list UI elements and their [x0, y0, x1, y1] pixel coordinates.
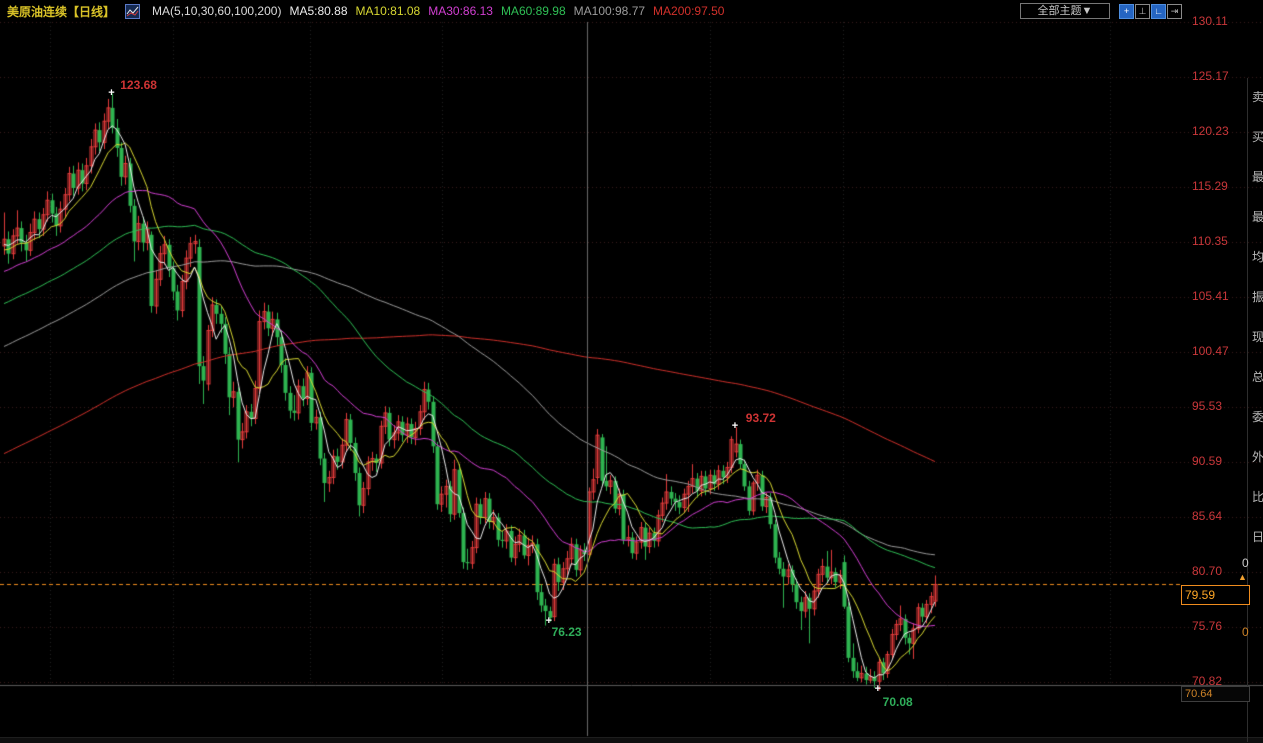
side-panel-label-fragment: 外	[1252, 450, 1263, 464]
side-panel-label-fragment: 比	[1252, 490, 1263, 504]
axis-tick-label: 75.76	[1192, 619, 1223, 633]
theme-dropdown[interactable]: 全部主题▼	[1020, 3, 1110, 19]
ma-legend-item: MA60:89.98	[500, 4, 566, 18]
period-label: 【日线】	[67, 4, 116, 19]
side-panel-label-fragment: 日	[1252, 530, 1263, 544]
axis-tick-label: 80.70	[1192, 564, 1223, 578]
side-panel-value-fragment: 0	[1242, 625, 1249, 639]
side-panel-label-fragment: 买	[1252, 130, 1263, 144]
ma-legend-item: MA10:81.08	[355, 4, 421, 18]
axis-tick-label: 90.59	[1192, 454, 1223, 468]
ma-legend: MA5:80.88 MA10:81.08 MA30:86.13 MA60:89.98 M…	[281, 4, 724, 18]
axis-tick-label: 120.23	[1192, 124, 1229, 138]
axis-tick-label: 115.29	[1192, 179, 1228, 193]
side-panel-label-fragment: 最	[1252, 170, 1263, 184]
side-panel-edge: 卖买最最均振现总委外比日00	[1242, 78, 1263, 742]
extreme-cross-marker: +	[874, 683, 882, 696]
extreme-cross-marker: +	[731, 420, 739, 433]
side-panel-label-fragment: 委	[1252, 410, 1263, 424]
axis-tick-label: 125.17	[1192, 69, 1229, 83]
axis-tick-label: 100.47	[1192, 344, 1229, 358]
kline-chart-icon	[125, 3, 141, 19]
side-panel-value-fragment: 0	[1242, 556, 1249, 570]
extreme-price-label: 93.72	[745, 411, 776, 426]
extreme-price-label: 70.08	[882, 695, 913, 710]
ma-group-label: MA(5,10,30,60,100,200)	[152, 4, 282, 18]
axis-tick-label: 85.64	[1192, 509, 1223, 523]
ma-legend-item: MA100:98.77	[573, 4, 646, 18]
axis-tick-label: 130.11	[1192, 14, 1228, 28]
collapse-panel-button[interactable]: ⇥	[1167, 4, 1182, 19]
axis-scale-button[interactable]: ⊥	[1135, 4, 1150, 19]
last-price-tag: 79.59	[1181, 585, 1250, 605]
ma-legend-item: MA5:80.88	[289, 4, 348, 18]
axis-measure-button[interactable]: ∟	[1151, 4, 1166, 19]
side-panel-label-fragment: 总	[1252, 370, 1263, 384]
side-panel-label-fragment: 卖	[1252, 90, 1263, 104]
axis-tick-label: 95.53	[1192, 399, 1223, 413]
extreme-price-label: 76.23	[551, 624, 582, 639]
instrument-title: 美原油连续	[7, 4, 68, 19]
bottom-scroll-strip[interactable]	[0, 737, 1263, 743]
axis-tick-label: 110.35	[1192, 234, 1228, 248]
pan-tool-button[interactable]: +	[1119, 4, 1134, 19]
axis-tick-label: 105.41	[1192, 289, 1229, 303]
extreme-cross-marker: +	[108, 86, 115, 99]
side-panel-label-fragment: 现	[1252, 330, 1263, 344]
side-panel-label-fragment: 振	[1252, 290, 1263, 304]
trading-app-window: { "header": { "title": "美原油连续", "period"…	[0, 0, 1263, 743]
chart-header: 美原油连续 【日线】 MA(5,10,30,60,100,200) MA5:80…	[0, 0, 1016, 22]
ma-legend-item: MA200:97.50	[653, 4, 725, 18]
uptick-arrow-icon: ▲	[1238, 572, 1247, 582]
range-low-tag: 70.64	[1181, 686, 1250, 702]
side-panel-label-fragment: 最	[1252, 210, 1263, 224]
candlestick-chart-canvas[interactable]	[0, 0, 1263, 742]
extreme-price-label: 123.68	[120, 77, 157, 92]
ma-legend-item: MA30:86.13	[428, 4, 493, 18]
side-panel-label-fragment: 均	[1252, 250, 1263, 264]
